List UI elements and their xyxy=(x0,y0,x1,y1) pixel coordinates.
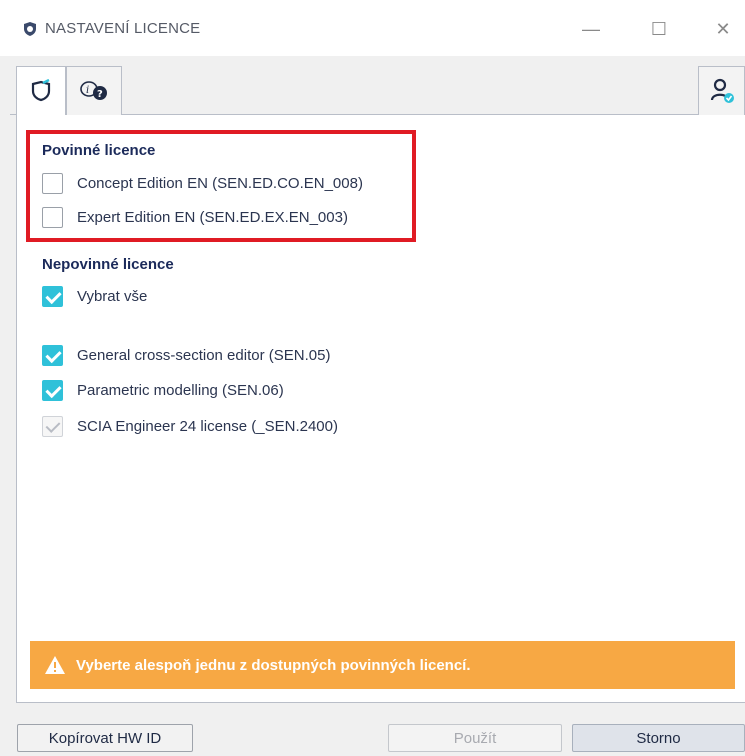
mandatory-licenses-title: Povinné licence xyxy=(42,142,156,159)
shield-icon xyxy=(24,22,36,36)
minimize-button[interactable]: — xyxy=(568,14,614,44)
tab-user[interactable] xyxy=(698,66,745,115)
minimize-icon: — xyxy=(582,18,600,39)
mandatory-license-label: Concept Edition EN (SEN.ED.CO.EN_008) xyxy=(77,174,363,192)
copy-hw-id-button[interactable]: Kopírovat HW ID xyxy=(17,724,193,752)
title-bar: NASTAVENÍ LICENCE — ☐ ✕ xyxy=(0,0,745,56)
close-icon: ✕ xyxy=(715,18,731,39)
parametric-modelling-checkbox[interactable] xyxy=(42,379,63,401)
optional-license-row: SCIA Engineer 24 license (_SEN.2400) xyxy=(42,414,338,438)
select-all-row[interactable]: Vybrat vše xyxy=(42,284,147,308)
mandatory-license-label: Expert Edition EN (SEN.ED.EX.EN_003) xyxy=(77,208,348,226)
cross-section-editor-checkbox[interactable] xyxy=(42,344,63,366)
select-all-checkbox[interactable] xyxy=(42,285,63,307)
concept-edition-checkbox[interactable] xyxy=(42,172,63,194)
maximize-button[interactable]: ☐ xyxy=(636,14,682,44)
close-button[interactable]: ✕ xyxy=(700,14,745,44)
maximize-icon: ☐ xyxy=(650,18,668,39)
optional-license-label: SCIA Engineer 24 license (_SEN.2400) xyxy=(77,417,338,435)
window-title: NASTAVENÍ LICENCE xyxy=(45,20,201,37)
apply-button[interactable]: Použít xyxy=(388,724,562,752)
warning-icon xyxy=(45,656,65,674)
svg-text:i: i xyxy=(86,85,89,96)
svg-text:?: ? xyxy=(97,89,103,100)
expert-edition-checkbox[interactable] xyxy=(42,206,63,228)
license-info-icon: i ? xyxy=(80,81,107,100)
optional-licenses-title: Nepovinné licence xyxy=(42,256,174,273)
warning-banner: Vyberte alespoň jednu z dostupných povin… xyxy=(30,641,735,689)
warning-text: Vyberte alespoň jednu z dostupných povin… xyxy=(76,656,471,674)
mandatory-license-row[interactable]: Expert Edition EN (SEN.ED.EX.EN_003) xyxy=(42,205,348,229)
shield-check-icon xyxy=(31,79,51,102)
optional-license-row[interactable]: Parametric modelling (SEN.06) xyxy=(42,378,284,402)
select-all-label: Vybrat vše xyxy=(77,287,148,305)
mandatory-license-row[interactable]: Concept Edition EN (SEN.ED.CO.EN_008) xyxy=(42,171,363,195)
tab-license-info[interactable]: i ? xyxy=(66,66,122,115)
tab-strip: i ? xyxy=(10,60,745,116)
optional-license-row[interactable]: General cross-section editor (SEN.05) xyxy=(42,343,330,367)
optional-license-label: Parametric modelling (SEN.06) xyxy=(77,381,284,399)
cancel-button[interactable]: Storno xyxy=(572,724,745,752)
scia-engineer-checkbox xyxy=(42,415,63,437)
tab-licenses[interactable] xyxy=(16,66,66,115)
user-check-icon xyxy=(710,78,734,103)
optional-license-label: General cross-section editor (SEN.05) xyxy=(77,346,331,364)
